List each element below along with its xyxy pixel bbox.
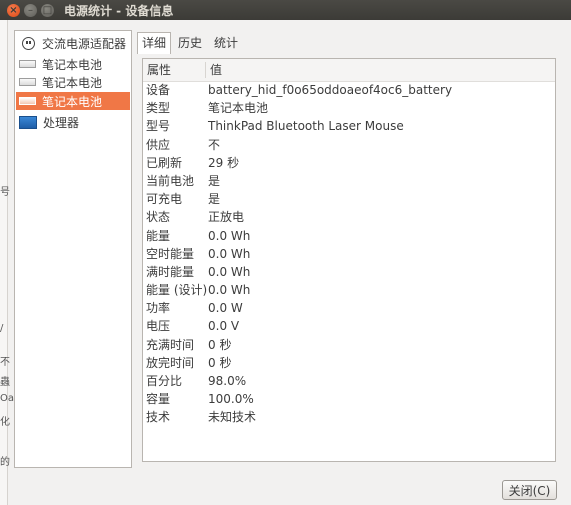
row-value: 0.0 Wh	[208, 283, 251, 298]
table-row: 能量 (设计) 0.0 Wh	[143, 281, 555, 299]
row-key: 供应	[146, 137, 171, 152]
details-table: 属性 值 设备 battery_hid_f0o65oddoaeof4oc6_bat…	[142, 58, 556, 462]
table-row: 供应 不	[143, 136, 555, 154]
row-value: 29 秒	[208, 155, 240, 170]
window-close-button[interactable]: ×	[7, 3, 20, 17]
row-key: 可充电	[146, 192, 183, 207]
maximize-icon: □	[42, 4, 53, 16]
row-value: 0 秒	[208, 355, 232, 370]
device-item-ac-adapter[interactable]: 交流电源适配器	[16, 34, 130, 52]
table-row: 满时能量 0.0 Wh	[143, 263, 555, 281]
title-bar: × – □ 电源统计 - 设备信息	[0, 0, 571, 20]
table-row: 百分比 98.0%	[143, 372, 555, 390]
device-list[interactable]: 交流电源适配器 笔记本电池 笔记本电池 笔记本电池 处理器	[14, 30, 132, 468]
device-item-battery-3-selected[interactable]: 笔记本电池	[16, 92, 130, 110]
row-value: 是	[208, 173, 221, 188]
row-key: 充满时间	[146, 337, 195, 352]
row-value: 0.0 Wh	[208, 264, 251, 279]
row-value: 0.0 Wh	[208, 228, 251, 243]
bg-text-fragment: 的	[0, 457, 10, 468]
row-key: 电压	[146, 319, 171, 334]
row-value: 0.0 Wh	[208, 246, 251, 261]
minimize-icon: –	[28, 4, 33, 16]
device-item-label: 处理器	[43, 115, 80, 130]
device-item-processor[interactable]: 处理器	[16, 113, 130, 131]
table-row: 能量 0.0 Wh	[143, 227, 555, 245]
table-row: 可充电 是	[143, 190, 555, 208]
row-key: 能量 (设计)	[146, 283, 208, 298]
row-value: 0.0 W	[208, 301, 243, 316]
tab-history[interactable]: 历史	[173, 32, 207, 54]
table-row: 空时能量 0.0 Wh	[143, 245, 555, 263]
table-row: 类型 笔记本电池	[143, 99, 555, 117]
row-value: 正放电	[208, 210, 245, 225]
table-row: 技术 未知技术	[143, 408, 555, 426]
row-value: 笔记本电池	[208, 101, 269, 116]
table-body: 设备 battery_hid_f0o65oddoaeof4oc6_battery …	[143, 81, 555, 427]
device-item-label: 笔记本电池	[42, 75, 103, 90]
column-header-value[interactable]: 值	[206, 59, 222, 81]
device-item-label: 笔记本电池	[42, 57, 103, 72]
row-value: 98.0%	[208, 374, 247, 388]
row-key: 当前电池	[146, 173, 195, 188]
device-item-battery-1[interactable]: 笔记本电池	[16, 55, 130, 73]
processor-icon	[19, 115, 37, 129]
device-item-label: 交流电源适配器	[42, 36, 127, 51]
window-minimize-button[interactable]: –	[24, 3, 37, 17]
table-row: 设备 battery_hid_f0o65oddoaeof4oc6_battery	[143, 81, 555, 99]
table-header: 属性 值	[143, 59, 555, 82]
table-row: 已刷新 29 秒	[143, 154, 555, 172]
device-item-battery-2[interactable]: 笔记本电池	[16, 73, 130, 91]
bg-text-fragment: 蟲	[0, 377, 10, 388]
row-value: 是	[208, 192, 221, 207]
row-key: 功率	[146, 301, 171, 316]
row-key: 容量	[146, 392, 171, 407]
row-key: 能量	[146, 228, 171, 243]
battery-icon	[19, 60, 36, 68]
column-header-property[interactable]: 属性	[143, 59, 171, 81]
row-value: battery_hid_f0o65oddoaeof4oc6_battery	[208, 83, 453, 97]
row-value: 0.0 V	[208, 319, 240, 334]
device-item-label: 笔记本电池	[42, 94, 103, 109]
row-key: 技术	[146, 410, 171, 425]
bg-text-fragment: 不	[0, 357, 10, 368]
table-row: 电压 0.0 V	[143, 317, 555, 335]
battery-icon	[19, 78, 36, 86]
row-key: 状态	[146, 210, 171, 225]
row-key: 已刷新	[146, 155, 183, 170]
row-value: 0 秒	[208, 337, 232, 352]
row-key: 型号	[146, 119, 171, 134]
row-value: 100.0%	[208, 392, 254, 407]
row-value: 不	[208, 137, 221, 152]
close-button[interactable]: 关闭(C)	[502, 480, 557, 500]
row-key: 放完时间	[146, 355, 195, 370]
ac-adapter-icon	[22, 36, 35, 50]
tab-statistics[interactable]: 统计	[209, 32, 243, 54]
row-value: ThinkPad Bluetooth Laser Mouse	[208, 119, 404, 134]
table-row: 功率 0.0 W	[143, 299, 555, 317]
table-row: 放完时间 0 秒	[143, 354, 555, 372]
close-icon: ×	[9, 4, 18, 16]
row-key: 百分比	[146, 374, 183, 388]
row-key: 空时能量	[146, 246, 195, 261]
table-row: 状态 正放电	[143, 208, 555, 226]
bg-text-fragment: 化	[0, 417, 10, 428]
bg-text-fragment: 号	[0, 187, 10, 198]
table-row: 容量 100.0%	[143, 390, 555, 408]
tab-details[interactable]: 详细	[137, 32, 172, 54]
battery-icon	[19, 97, 36, 105]
background-window-strip: 号 / 不 蟲 Oa 化 的	[0, 20, 14, 505]
table-row: 型号 ThinkPad Bluetooth Laser Mouse	[143, 117, 555, 135]
table-row: 当前电池是	[143, 172, 555, 190]
row-key: 类型	[146, 101, 171, 116]
row-key: 设备	[146, 83, 171, 97]
row-key: 满时能量	[146, 264, 195, 279]
bg-text-fragment: /	[0, 323, 4, 334]
window-maximize-button[interactable]: □	[41, 3, 54, 17]
row-value: 未知技术	[208, 410, 257, 425]
bg-text-fragment: Oa	[0, 393, 14, 404]
table-row: 充满时间 0 秒	[143, 336, 555, 354]
window-title: 电源统计 - 设备信息	[64, 3, 174, 18]
tab-bar: 详细 历史 统计	[137, 32, 245, 54]
